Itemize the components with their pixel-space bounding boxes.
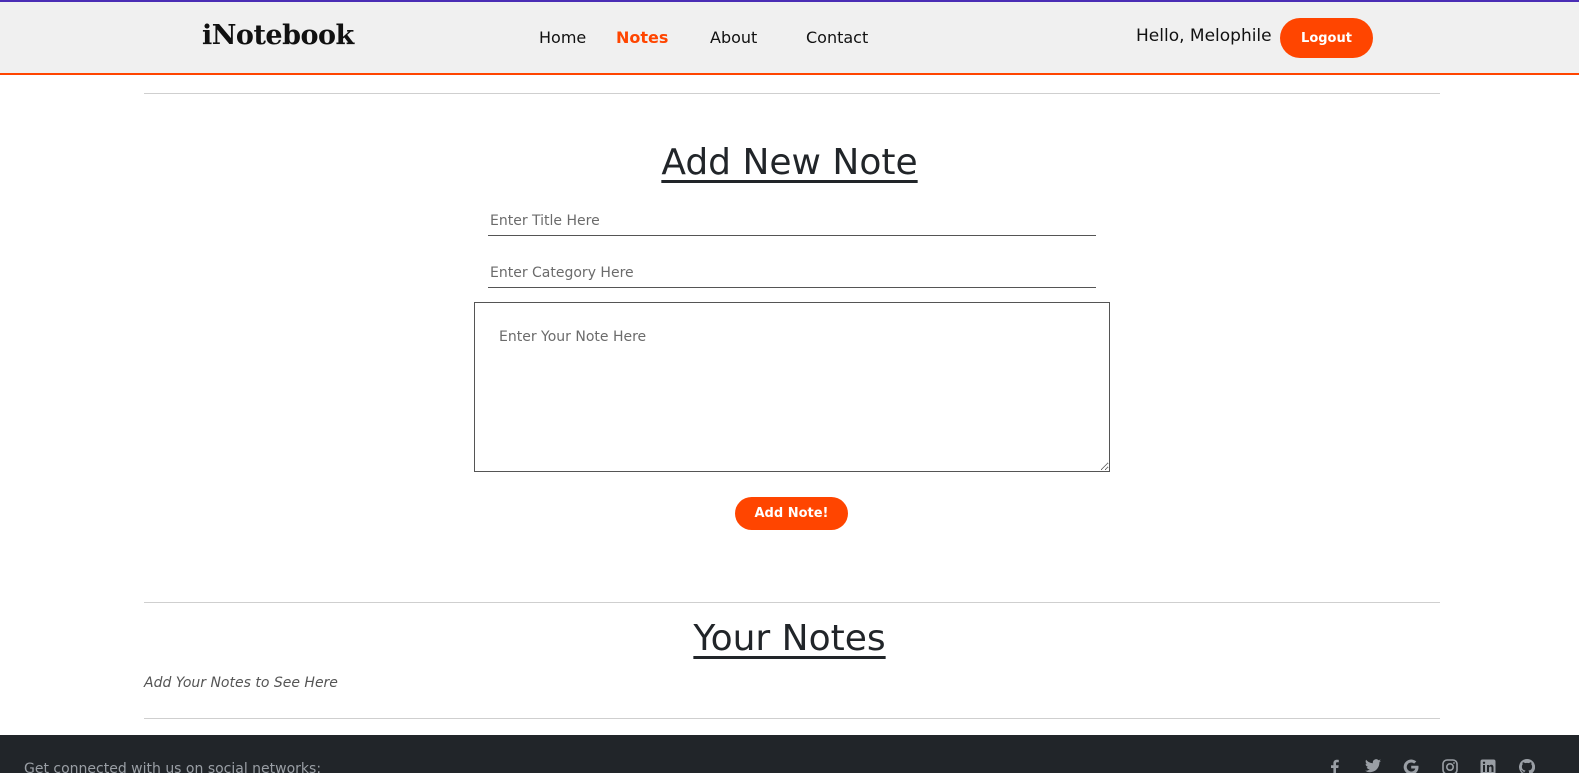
linkedin-icon[interactable] bbox=[1479, 759, 1497, 773]
brand-logo[interactable]: iNotebook bbox=[202, 20, 354, 51]
note-textarea[interactable] bbox=[474, 302, 1110, 472]
divider-bottom bbox=[144, 718, 1440, 719]
your-notes-heading: Your Notes bbox=[693, 618, 886, 659]
user-greeting: Hello, Melophile bbox=[1136, 26, 1272, 46]
add-note-button[interactable]: Add Note! bbox=[735, 497, 848, 530]
empty-notes-message: Add Your Notes to See Here bbox=[144, 675, 338, 691]
category-input[interactable] bbox=[488, 258, 1096, 288]
divider-middle bbox=[144, 602, 1440, 603]
instagram-icon[interactable] bbox=[1441, 759, 1459, 773]
logout-button[interactable]: Logout bbox=[1280, 18, 1373, 58]
twitter-icon[interactable] bbox=[1364, 759, 1382, 773]
facebook-icon[interactable] bbox=[1326, 759, 1344, 773]
nav-link-home[interactable]: Home bbox=[539, 28, 586, 47]
navbar: iNotebook Home Notes About Contact Hello… bbox=[0, 2, 1579, 75]
title-input[interactable] bbox=[488, 206, 1096, 236]
google-icon[interactable] bbox=[1402, 759, 1420, 773]
footer-social-text: Get connected with us on social networks… bbox=[24, 761, 322, 773]
nav-link-contact[interactable]: Contact bbox=[806, 28, 868, 47]
nav-link-notes[interactable]: Notes bbox=[616, 28, 668, 47]
nav-link-about[interactable]: About bbox=[710, 28, 757, 47]
divider-top bbox=[144, 93, 1440, 94]
github-icon[interactable] bbox=[1518, 758, 1536, 773]
footer: Get connected with us on social networks… bbox=[0, 735, 1579, 773]
add-note-heading: Add New Note bbox=[661, 142, 918, 183]
